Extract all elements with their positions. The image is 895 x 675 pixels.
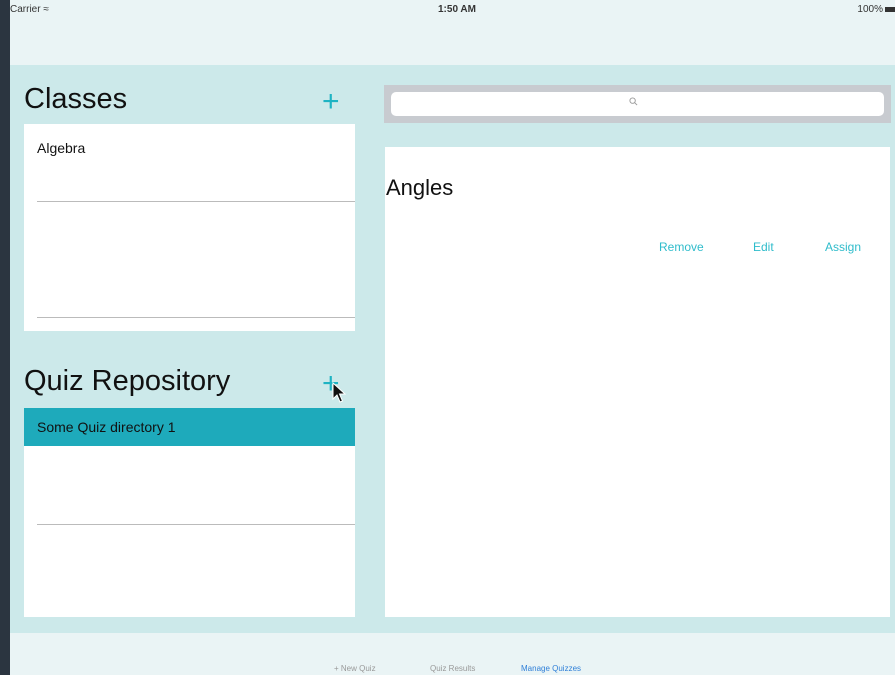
tab-new-quiz[interactable]: + New Quiz	[334, 664, 376, 673]
quiz-detail-title: Angles	[386, 175, 454, 200]
tab-quiz-results[interactable]: Quiz Results	[430, 664, 475, 673]
assign-button[interactable]: Assign	[825, 240, 861, 254]
battery-indicator: 100%	[857, 4, 895, 15]
search-icon	[629, 97, 638, 106]
quiz-repository-title: Quiz Repository	[24, 365, 231, 397]
battery-icon	[885, 6, 895, 12]
battery-percent: 100%	[857, 4, 883, 15]
list-separator	[37, 524, 355, 525]
carrier-label: Carrier ≈	[10, 4, 49, 15]
navigation-bar	[10, 20, 895, 65]
quiz-row-selected[interactable]: Some Quiz directory 1	[24, 408, 355, 446]
quiz-repository-list: Some Quiz directory 1	[24, 408, 355, 617]
wifi-icon: ≈	[43, 4, 49, 15]
search-bar	[384, 85, 891, 123]
classes-title: Classes	[24, 83, 128, 115]
edit-button[interactable]: Edit	[753, 240, 774, 254]
quiz-detail-panel: Angles Remove Edit Assign	[385, 147, 890, 617]
class-row-algebra[interactable]: Algebra	[24, 124, 355, 201]
tab-manage-quizzes[interactable]: Manage Quizzes	[521, 664, 581, 673]
list-separator	[37, 317, 355, 318]
main-content: Classes + Algebra Quiz Repository + Some…	[10, 65, 895, 633]
carrier-text: Carrier	[10, 4, 41, 15]
status-bar: Carrier ≈ 1:50 AM 100%	[10, 0, 895, 20]
mouse-pointer-icon	[332, 382, 346, 403]
list-separator	[37, 201, 355, 202]
quiz-row-label: Some Quiz directory 1	[37, 419, 176, 435]
class-row-label: Algebra	[37, 140, 86, 156]
clock-label: 1:50 AM	[438, 4, 476, 15]
ipad-screen: Carrier ≈ 1:50 AM 100% Classes + Algebra…	[10, 0, 895, 675]
add-class-button[interactable]: +	[322, 87, 340, 117]
remove-button[interactable]: Remove	[659, 240, 704, 254]
classes-list: Algebra	[24, 124, 355, 331]
search-input[interactable]	[391, 92, 884, 116]
tab-bar: + New Quiz Quiz Results Manage Quizzes	[10, 633, 895, 675]
